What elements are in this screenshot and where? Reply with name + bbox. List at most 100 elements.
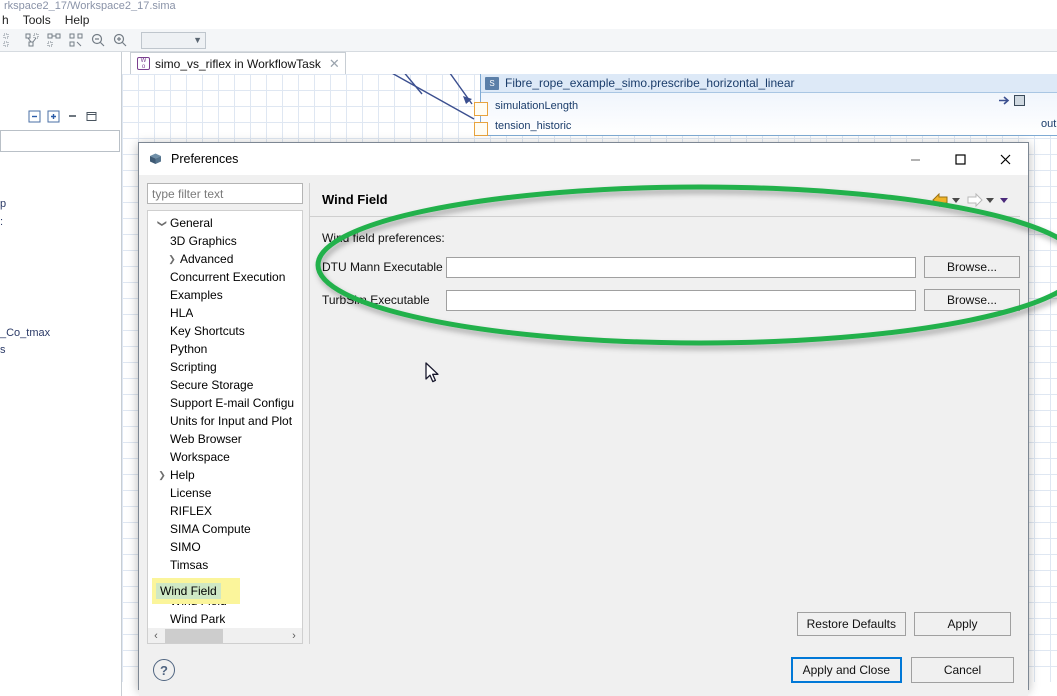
page-header: Wind Field <box>310 183 1020 217</box>
tree-item-wind-field[interactable]: Wind Field <box>148 592 302 610</box>
tree-item-scripting[interactable]: Scripting <box>148 358 302 376</box>
apply-and-close-button[interactable]: Apply and Close <box>791 657 902 683</box>
tree-item-wamit[interactable]: WAMIT <box>148 574 302 592</box>
chevron-down-icon[interactable]: ❯ <box>157 215 168 231</box>
tree-item-wind-park[interactable]: Wind Park <box>148 610 302 628</box>
zoom-in-icon[interactable] <box>112 32 129 49</box>
turbsim-input[interactable] <box>446 290 916 311</box>
tree-item-examples[interactable]: Examples <box>148 286 302 304</box>
arrange-nodes-icon[interactable] <box>68 32 85 49</box>
tree-item-key-shortcuts[interactable]: Key Shortcuts <box>148 322 302 340</box>
chevron-down-icon[interactable] <box>986 198 994 203</box>
chevron-down-icon: ▼ <box>193 35 202 45</box>
zoom-level-combo[interactable]: ▼ <box>141 32 206 49</box>
page-action-buttons: Restore Defaults Apply <box>797 612 1011 636</box>
tree-item-general[interactable]: ❯General <box>148 214 302 232</box>
panel-view-buttons <box>28 110 98 123</box>
tree-item-web-browser[interactable]: Web Browser <box>148 430 302 448</box>
apply-button[interactable]: Apply <box>914 612 1011 636</box>
page-navigation <box>930 183 1010 217</box>
collapse-all-icon[interactable] <box>28 110 41 123</box>
tree-item-label: Web Browser <box>170 432 242 446</box>
workflow-port-in-1[interactable] <box>474 122 488 136</box>
preferences-dialog[interactable]: Preferences type filter text ❯General3D … <box>138 142 1029 690</box>
dialog-title-bar[interactable]: Preferences <box>139 143 1028 175</box>
mouse-cursor <box>425 362 443 386</box>
tree-item-sima-compute[interactable]: SIMA Compute <box>148 520 302 538</box>
rail-text-3: s <box>0 344 6 356</box>
dtu-mann-input[interactable] <box>446 257 916 278</box>
scroll-left-arrow-icon[interactable]: ‹ <box>148 629 164 643</box>
tree-item-secure-storage[interactable]: Secure Storage <box>148 376 302 394</box>
chevron-down-icon[interactable] <box>952 198 960 203</box>
tree-item-riflex[interactable]: RIFLEX <box>148 502 302 520</box>
dropdown-caret-icon[interactable] <box>1000 198 1008 203</box>
preferences-icon <box>148 152 163 166</box>
wind-field-form: Wind field preferences: DTU Mann Executa… <box>310 217 1020 322</box>
distribute-nodes-icon[interactable] <box>24 32 41 49</box>
tree-item-label: Help <box>170 468 195 482</box>
menu-item-0[interactable]: h <box>2 13 9 27</box>
workflow-port-label-1: tension_historic <box>495 120 571 132</box>
filter-input[interactable]: type filter text <box>147 183 303 204</box>
tree-item-label: Support E-mail Configu <box>170 396 294 410</box>
tree-item-simo[interactable]: SIMO <box>148 538 302 556</box>
tree-item-timsas[interactable]: Timsas <box>148 556 302 574</box>
filter-placeholder: type filter text <box>152 187 223 201</box>
editor-tab-simo-vs-riflex[interactable]: Wo simo_vs_riflex in WorkflowTask ✕ <box>130 52 346 74</box>
cancel-button[interactable]: Cancel <box>911 657 1014 683</box>
forward-button[interactable] <box>964 191 996 209</box>
dtu-mann-label: DTU Mann Executable <box>322 260 446 274</box>
menu-item-tools[interactable]: Tools <box>23 13 51 27</box>
tree-item-concurrent-execution[interactable]: Concurrent Execution <box>148 268 302 286</box>
tree-item-python[interactable]: Python <box>148 340 302 358</box>
forward-arrow-icon <box>966 193 983 207</box>
scroll-right-arrow-icon[interactable]: › <box>286 629 302 643</box>
minimize-panel-icon[interactable] <box>66 110 79 123</box>
editor-tab-label: simo_vs_riflex in WorkflowTask <box>155 57 321 71</box>
preferences-tree[interactable]: ❯General3D Graphics❯AdvancedConcurrent E… <box>147 210 303 628</box>
align-nodes-icon[interactable] <box>46 32 63 49</box>
help-icon[interactable]: ? <box>153 659 175 681</box>
minimize-button[interactable] <box>893 143 938 175</box>
turbsim-browse-button[interactable]: Browse... <box>924 289 1020 311</box>
tree-item-support-e-mail-configu[interactable]: Support E-mail Configu <box>148 394 302 412</box>
dialog-body: type filter text ❯General3D Graphics❯Adv… <box>139 175 1028 644</box>
tree-item-workspace[interactable]: Workspace <box>148 448 302 466</box>
dtu-mann-browse-button[interactable]: Browse... <box>924 256 1020 278</box>
field-row-dtu-mann: DTU Mann Executable Browse... <box>322 256 1020 278</box>
ide-toolbar: ▼ <box>0 29 1057 52</box>
tree-item-label: HLA <box>170 306 193 320</box>
preferences-sidebar: type filter text ❯General3D Graphics❯Adv… <box>147 183 303 644</box>
tree-item-advanced[interactable]: ❯Advanced <box>148 250 302 268</box>
workflow-terminal-box-icon <box>1014 95 1025 106</box>
zoom-out-icon[interactable] <box>90 32 107 49</box>
tree-item-units-for-input-and-plot[interactable]: Units for Input and Plot <box>148 412 302 430</box>
tree-item-label: Examples <box>170 288 223 302</box>
menu-item-help[interactable]: Help <box>65 13 90 27</box>
back-button[interactable] <box>930 191 962 209</box>
maximize-button[interactable] <box>938 143 983 175</box>
rail-text-2: _Co_tmax <box>0 327 50 339</box>
tree-item-label: General <box>170 216 213 230</box>
close-icon[interactable]: ✕ <box>329 56 340 72</box>
tree-item-hla[interactable]: HLA <box>148 304 302 322</box>
tree-horizontal-scrollbar[interactable]: ‹ › <box>147 628 303 644</box>
workflow-terminal-icon[interactable] <box>999 95 1025 106</box>
tree-item-help[interactable]: ❯Help <box>148 466 302 484</box>
layout-icon[interactable] <box>2 32 19 49</box>
close-button[interactable] <box>983 143 1028 175</box>
chevron-right-icon[interactable]: ❯ <box>164 254 180 265</box>
restore-defaults-button[interactable]: Restore Defaults <box>797 612 906 636</box>
tree-item-label: Timsas <box>170 558 208 572</box>
workflow-port-in-0[interactable] <box>474 102 488 116</box>
workflow-node[interactable]: S Fibre_rope_example_simo.prescribe_hori… <box>480 74 1057 136</box>
page-menu-button[interactable] <box>998 196 1010 205</box>
expand-all-icon[interactable] <box>47 110 60 123</box>
ide-menu-bar: h Tools Help <box>0 11 1057 29</box>
tree-item-3d-graphics[interactable]: 3D Graphics <box>148 232 302 250</box>
tree-item-license[interactable]: License <box>148 484 302 502</box>
maximize-panel-icon[interactable] <box>85 110 98 123</box>
chevron-right-icon[interactable]: ❯ <box>154 470 170 481</box>
scrollbar-thumb[interactable] <box>165 629 223 643</box>
